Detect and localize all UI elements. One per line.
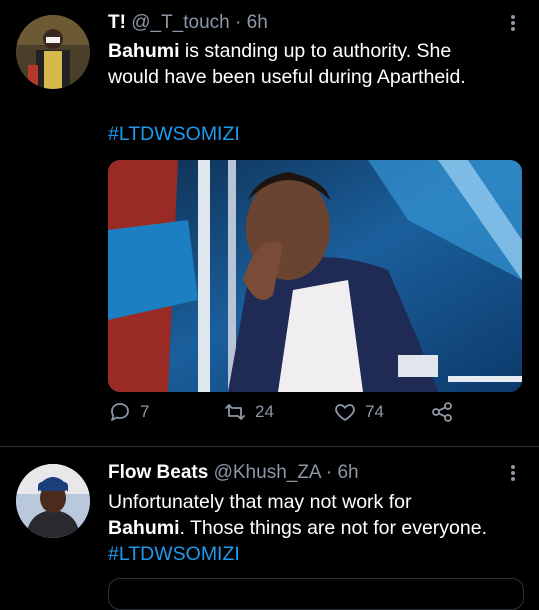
avatar[interactable] — [16, 464, 90, 538]
like-count: 74 — [365, 402, 384, 421]
mention-name: Bahumi — [108, 40, 180, 62]
heart-icon — [335, 404, 355, 421]
timestamp[interactable]: 6h — [337, 462, 358, 483]
retweet-icon — [225, 404, 245, 420]
tweet-actions: 7 24 74 — [108, 400, 522, 436]
like-button[interactable]: 74 — [333, 400, 384, 424]
display-name[interactable]: Flow Beats — [108, 462, 208, 483]
more-vertical-icon[interactable] — [505, 13, 521, 33]
tweet-text: Unfortunately that may not work for Bahu… — [108, 489, 487, 567]
tweet-text: Bahumi is standing up to authority. She … — [108, 38, 466, 90]
text-line-2: would have been useful during Apartheid. — [108, 66, 466, 88]
more-vertical-icon[interactable] — [505, 463, 521, 483]
tweet-header: Flow Beats @Khush_ZA · 6h — [108, 462, 359, 484]
next-media-edge — [108, 578, 524, 610]
mention-name: Bahumi — [108, 517, 180, 539]
reply-button[interactable]: 7 — [108, 400, 149, 424]
display-name[interactable]: T! — [108, 12, 126, 33]
tweet-media-image[interactable] — [108, 160, 522, 392]
share-button[interactable] — [430, 400, 454, 424]
reply-count: 7 — [140, 402, 150, 421]
hashtag-link[interactable]: #LTDWSOMIZI — [108, 123, 240, 146]
retweet-button[interactable]: 24 — [223, 400, 274, 424]
retweet-count: 24 — [255, 402, 274, 421]
avatar[interactable] — [16, 15, 90, 89]
timestamp[interactable]: 6h — [247, 12, 268, 33]
user-handle[interactable]: @Khush_ZA — [214, 462, 321, 483]
reply-icon — [111, 403, 129, 421]
text-line-1: is standing up to authority. She — [179, 40, 452, 62]
text-line-2: . Those things are not for everyone. — [179, 517, 488, 539]
hashtag-link[interactable]: #LTDWSOMIZI — [108, 543, 240, 565]
tweet-header: T! @_T_touch · 6h — [108, 12, 268, 34]
avatar-image — [16, 15, 90, 89]
share-icon — [432, 402, 452, 422]
tweet-1[interactable]: T! @_T_touch · 6h Bahumi is standing up … — [0, 0, 539, 446]
separator: · — [235, 12, 242, 33]
media-photo — [108, 160, 522, 392]
avatar-image — [16, 464, 90, 538]
user-handle[interactable]: @_T_touch — [131, 12, 230, 33]
separator: · — [325, 462, 333, 483]
text-line-1: Unfortunately that may not work for — [108, 491, 412, 513]
